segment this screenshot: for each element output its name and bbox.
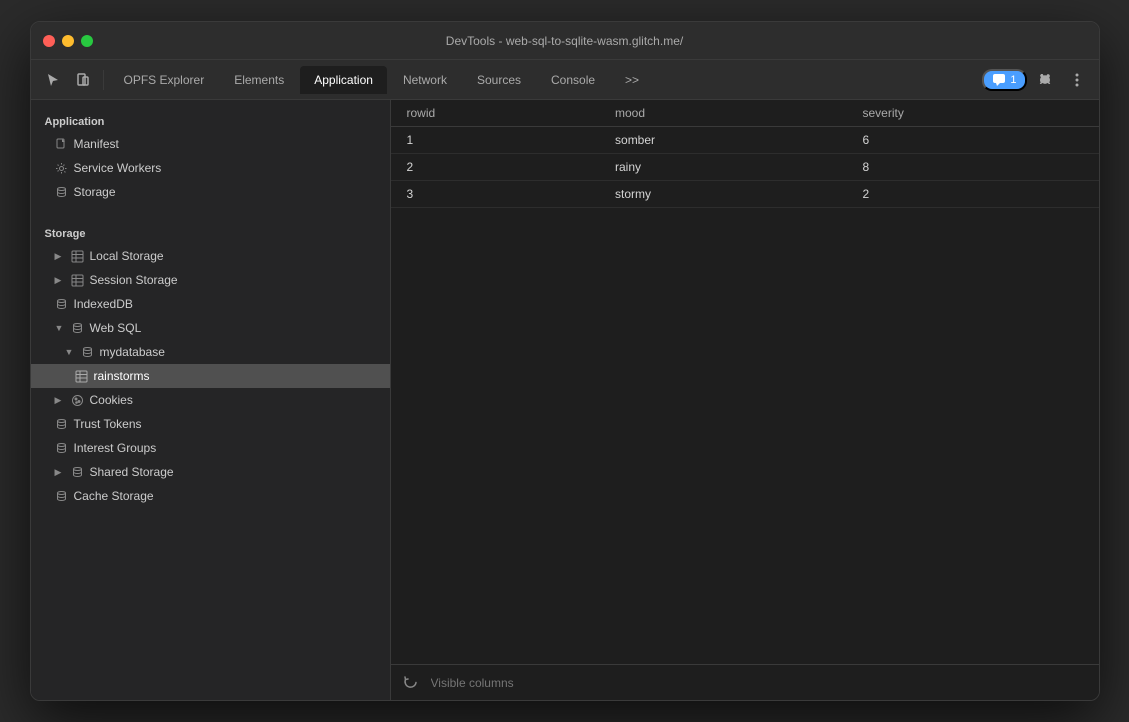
- tab-network[interactable]: Network: [389, 66, 461, 94]
- table-row[interactable]: 3stormy2: [391, 181, 1099, 208]
- db-grid-icon-2: [71, 274, 84, 287]
- cell-rowid: 3: [391, 181, 600, 208]
- sidebar-item-indexeddb[interactable]: IndexedDB: [31, 292, 390, 316]
- db-icon-cache: [55, 490, 68, 503]
- toolbar-separator-1: [103, 70, 104, 90]
- arrow-shared-storage: [55, 467, 65, 478]
- minimize-button[interactable]: [62, 35, 74, 47]
- tab-console[interactable]: Console: [537, 66, 609, 94]
- db-icon: [55, 298, 68, 311]
- main-panel: rowid mood severity 1somber62rainy83stor…: [391, 100, 1099, 700]
- chat-icon: [992, 73, 1006, 87]
- sidebar-item-trust-tokens[interactable]: Trust Tokens: [31, 412, 390, 436]
- data-table-container: rowid mood severity 1somber62rainy83stor…: [391, 100, 1099, 664]
- table-row[interactable]: 2rainy8: [391, 154, 1099, 181]
- vertical-dots-icon: [1069, 72, 1085, 88]
- cursor-icon: [45, 72, 61, 88]
- arrow-session-storage: [55, 275, 65, 286]
- sidebar-item-mydatabase[interactable]: mydatabase: [31, 340, 390, 364]
- titlebar: DevTools - web-sql-to-sqlite-wasm.glitch…: [31, 22, 1099, 60]
- cell-mood: stormy: [599, 181, 846, 208]
- close-button[interactable]: [43, 35, 55, 47]
- db-icon-websql: [71, 322, 84, 335]
- more-options-button[interactable]: [1063, 66, 1091, 94]
- sidebar-item-cache-storage[interactable]: Cache Storage: [31, 484, 390, 508]
- settings-icon: [1037, 72, 1053, 88]
- db-icon-mydb: [81, 346, 94, 359]
- tab-sources[interactable]: Sources: [463, 66, 535, 94]
- cell-severity: 6: [846, 127, 1098, 154]
- toolbar-right: 1: [982, 66, 1090, 94]
- sidebar-item-session-storage[interactable]: Session Storage: [31, 268, 390, 292]
- device-toolbar-button[interactable]: [69, 66, 97, 94]
- sidebar-item-web-sql[interactable]: Web SQL: [31, 316, 390, 340]
- devtools-window: DevTools - web-sql-to-sqlite-wasm.glitch…: [30, 21, 1100, 701]
- cell-mood: somber: [599, 127, 846, 154]
- arrow-mydatabase: [65, 347, 75, 357]
- cell-rowid: 1: [391, 127, 600, 154]
- sidebar-item-rainstorms[interactable]: rainstorms: [31, 364, 390, 388]
- db-icon-trust: [55, 418, 68, 431]
- tab-opfs[interactable]: OPFS Explorer: [110, 66, 219, 94]
- window-title: DevTools - web-sql-to-sqlite-wasm.glitch…: [446, 34, 683, 48]
- sidebar-item-local-storage[interactable]: Local Storage: [31, 244, 390, 268]
- table-icon: [75, 370, 88, 383]
- toolbar: OPFS Explorer Elements Application Netwo…: [31, 60, 1099, 100]
- maximize-button[interactable]: [81, 35, 93, 47]
- more-tabs-button[interactable]: >>: [611, 66, 653, 94]
- cell-severity: 8: [846, 154, 1098, 181]
- device-icon: [75, 72, 91, 88]
- arrow-cookies: [55, 395, 65, 406]
- cell-severity: 2: [846, 181, 1098, 208]
- column-header-mood[interactable]: mood: [599, 100, 846, 127]
- table-row[interactable]: 1somber6: [391, 127, 1099, 154]
- sidebar-spacer-1: [31, 204, 390, 220]
- refresh-icon: [403, 675, 418, 690]
- inspect-element-button[interactable]: [39, 66, 67, 94]
- storage-icon: [55, 186, 68, 199]
- section-label-storage: Storage: [31, 220, 390, 244]
- sidebar-item-cookies[interactable]: Cookies: [31, 388, 390, 412]
- sidebar-item-service-workers[interactable]: Service Workers: [31, 156, 390, 180]
- cookie-icon: [71, 394, 84, 407]
- sidebar-item-manifest[interactable]: Manifest: [31, 132, 390, 156]
- table-body: 1somber62rainy83stormy2: [391, 127, 1099, 208]
- data-table: rowid mood severity 1somber62rainy83stor…: [391, 100, 1099, 208]
- sidebar-item-shared-storage[interactable]: Shared Storage: [31, 460, 390, 484]
- column-header-severity[interactable]: severity: [846, 100, 1098, 127]
- cell-mood: rainy: [599, 154, 846, 181]
- db-icon-interest: [55, 442, 68, 455]
- doc-icon: [55, 138, 68, 151]
- section-label-application: Application: [31, 108, 390, 132]
- cell-rowid: 2: [391, 154, 600, 181]
- arrow-web-sql: [55, 323, 65, 333]
- refresh-button[interactable]: [399, 671, 423, 695]
- column-header-rowid[interactable]: rowid: [391, 100, 600, 127]
- sidebar-item-interest-groups[interactable]: Interest Groups: [31, 436, 390, 460]
- traffic-lights: [43, 35, 93, 47]
- db-icon-shared: [71, 466, 84, 479]
- sidebar: Application Manifest Service Workers: [31, 100, 391, 700]
- table-footer: [391, 664, 1099, 700]
- notification-button[interactable]: 1: [982, 69, 1026, 91]
- sidebar-item-storage-app[interactable]: Storage: [31, 180, 390, 204]
- db-grid-icon: [71, 250, 84, 263]
- table-header-row: rowid mood severity: [391, 100, 1099, 127]
- visible-columns-input[interactable]: [431, 676, 1091, 690]
- main-content: Application Manifest Service Workers: [31, 100, 1099, 700]
- tab-elements[interactable]: Elements: [220, 66, 298, 94]
- settings-button[interactable]: [1031, 66, 1059, 94]
- tab-application[interactable]: Application: [300, 66, 387, 94]
- gear-icon: [55, 162, 68, 175]
- arrow-local-storage: [55, 251, 65, 262]
